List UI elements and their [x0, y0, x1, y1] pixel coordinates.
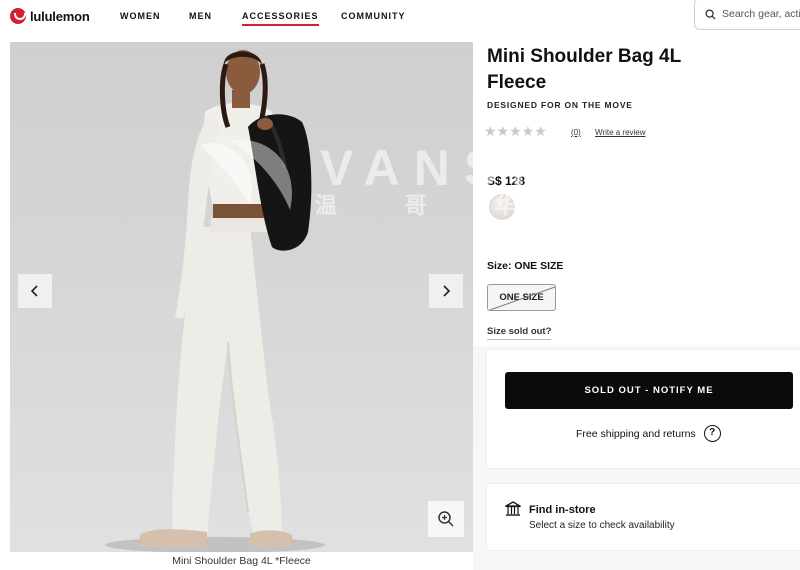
site-header: lululemon WOMEN MEN ACCESSORIES COMMUNIT… — [0, 0, 800, 36]
shipping-text: Free shipping and returns — [576, 427, 696, 440]
store-icon — [505, 501, 521, 516]
lululemon-logo-icon — [10, 8, 26, 24]
size-sold-out-link[interactable]: Size sold out? — [487, 326, 552, 340]
search-icon — [705, 8, 716, 20]
shipping-info: Free shipping and returns ? — [576, 425, 721, 442]
purchase-card: SOLD OUT - NOTIFY ME Free shipping and r… — [487, 350, 800, 468]
next-image-button[interactable] — [429, 274, 463, 308]
review-count-link[interactable]: (0) — [571, 128, 581, 137]
find-in-store-card[interactable]: Find in-store Select a size to check ava… — [487, 484, 800, 550]
product-photo — [105, 50, 325, 552]
search-input[interactable]: Search gear, activ — [694, 0, 800, 30]
product-price: S$ 128 — [487, 174, 526, 188]
brand-logo[interactable]: lululemon — [10, 8, 90, 24]
image-caption: Mini Shoulder Bag 4L *Fleece — [10, 552, 473, 570]
nav-community[interactable]: COMMUNITY — [341, 11, 406, 21]
nav-men[interactable]: MEN — [189, 11, 212, 21]
nav-women[interactable]: WOMEN — [120, 11, 161, 21]
write-review-link[interactable]: Write a review — [595, 128, 646, 137]
zoom-in-icon — [438, 511, 454, 527]
help-icon[interactable]: ? — [703, 425, 721, 442]
product-image-gallery: Mini Shoulder Bag 4L *Fleece — [10, 42, 473, 570]
notify-me-button[interactable]: SOLD OUT - NOTIFY ME — [505, 372, 793, 409]
color-swatch[interactable] — [489, 194, 515, 220]
nav-accessories[interactable]: ACCESSORIES — [242, 11, 319, 26]
chevron-left-icon — [30, 285, 38, 297]
previous-image-button[interactable] — [18, 274, 52, 308]
find-in-store-subtitle: Select a size to check availability — [529, 520, 675, 531]
brand-name: lululemon — [30, 8, 90, 24]
size-label: Size: ONE SIZE — [487, 260, 564, 272]
zoom-button[interactable] — [428, 501, 464, 537]
product-title: Mini Shoulder Bag 4L Fleece — [487, 46, 681, 93]
rating-stars: ★★★★★ — [484, 123, 547, 139]
find-in-store-title: Find in-store — [529, 504, 596, 516]
size-option-one-size[interactable]: ONE SIZE — [487, 284, 556, 311]
search-placeholder: Search gear, activ — [722, 8, 800, 20]
chevron-right-icon — [443, 285, 451, 297]
product-tagline: DESIGNED FOR ON THE MOVE — [487, 100, 633, 110]
sold-out-strike-icon — [489, 286, 555, 310]
